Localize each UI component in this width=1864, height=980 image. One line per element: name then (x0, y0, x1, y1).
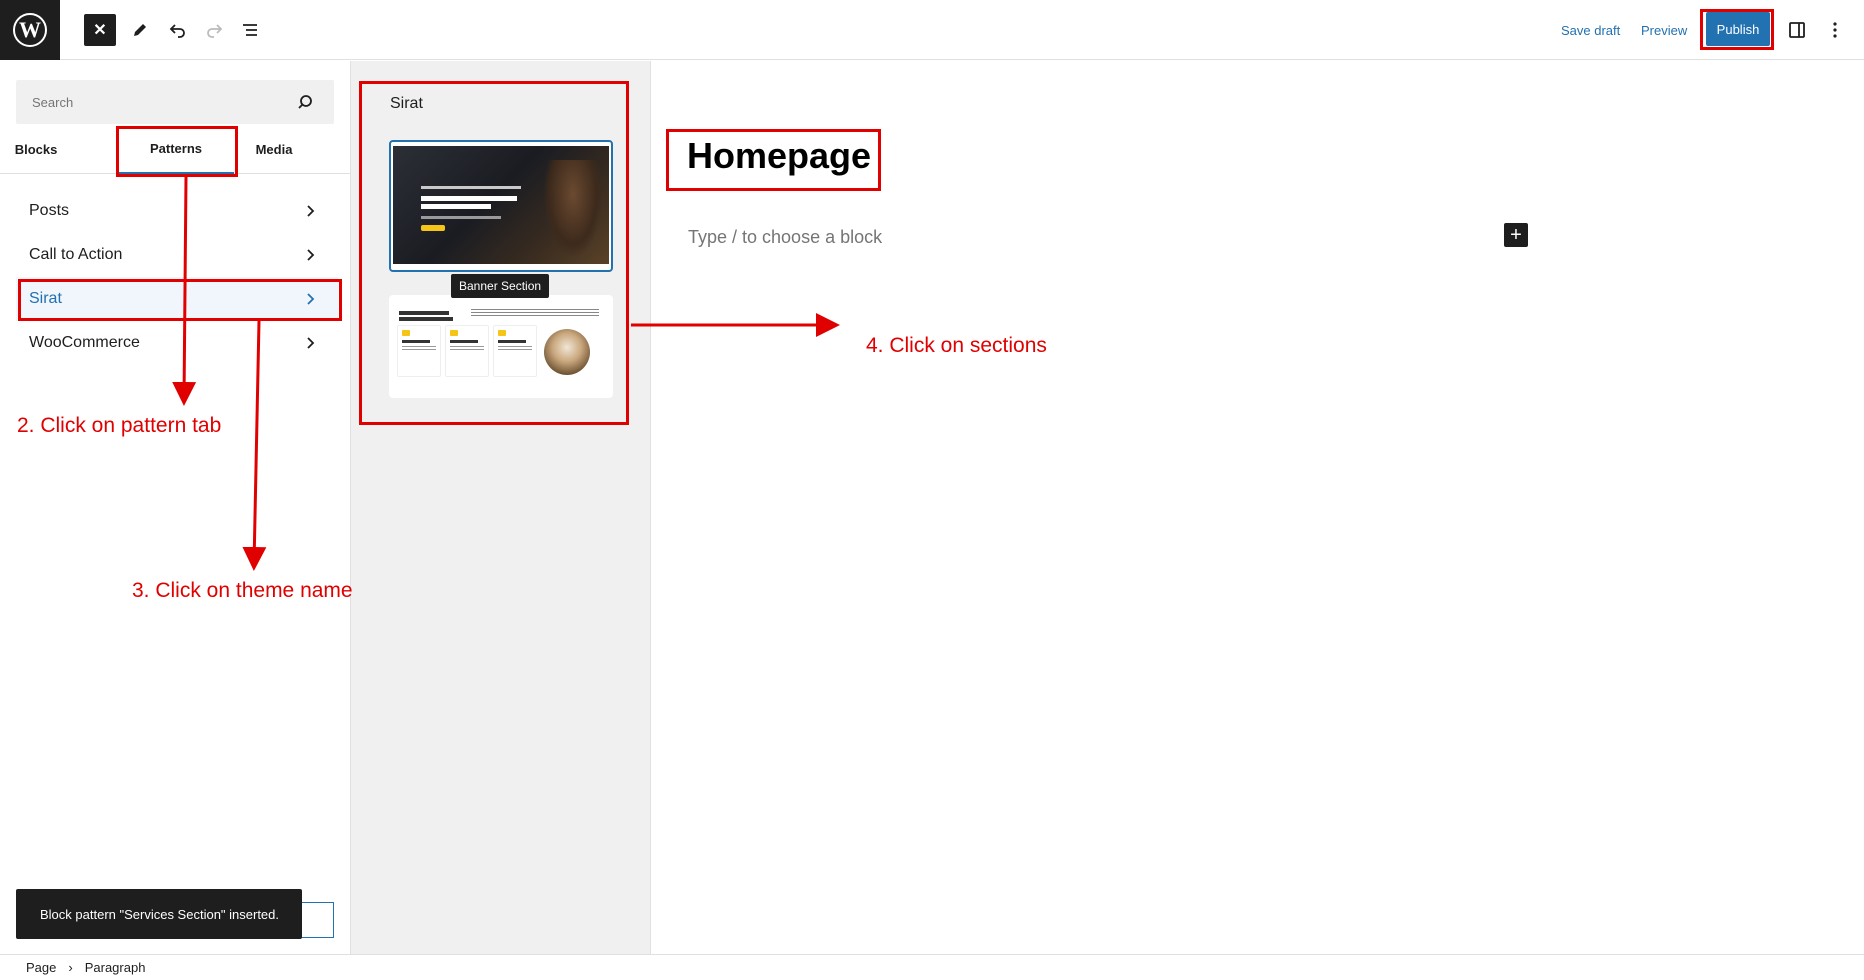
pattern-category-list: Posts Call to Action Sirat WooCommerce (16, 189, 338, 365)
category-label: Call to Action (29, 246, 123, 263)
category-call-to-action[interactable]: Call to Action (16, 233, 338, 277)
explore-patterns-button[interactable] (300, 902, 334, 938)
block-breadcrumb: Page › Paragraph (0, 954, 1864, 980)
category-label: Sirat (29, 290, 62, 307)
sidebar-toggle-icon[interactable] (1781, 14, 1813, 46)
services-preview-heading (399, 311, 449, 315)
chevron-right-icon (307, 337, 315, 349)
services-preview-card (445, 325, 489, 377)
block-placeholder[interactable]: Type / to choose a block (688, 227, 882, 248)
banner-preview-heading-line1 (421, 196, 517, 201)
inserter-tabs: Blocks Patterns Media (0, 125, 350, 174)
annotation-step2: 2. Click on pattern tab (17, 414, 222, 437)
pattern-tooltip: Banner Section (451, 274, 550, 298)
banner-preview-button (421, 225, 445, 231)
banner-preview-overline (421, 186, 521, 189)
category-woocommerce[interactable]: WooCommerce (16, 321, 338, 365)
breadcrumb-paragraph[interactable]: Paragraph (85, 960, 146, 975)
list-view-icon[interactable] (234, 14, 266, 46)
tab-blocks[interactable]: Blocks (15, 125, 58, 174)
chevron-right-icon: › (68, 960, 73, 975)
services-preview-photo (544, 329, 590, 375)
save-draft-button[interactable]: Save draft (1561, 23, 1620, 38)
block-inserter: Blocks Patterns Media Posts Call to Acti… (0, 61, 351, 954)
editor-canvas (652, 61, 1864, 954)
services-preview-description (471, 309, 599, 317)
inserter-search (16, 80, 334, 124)
chevron-right-icon (307, 293, 315, 305)
close-icon[interactable]: ✕ (84, 14, 116, 46)
undo-icon[interactable] (162, 14, 194, 46)
wordpress-logo-mark: W (13, 13, 47, 47)
chevron-right-icon (307, 249, 315, 261)
search-icon (298, 95, 312, 109)
preview-button[interactable]: Preview (1641, 23, 1687, 38)
category-label: Posts (29, 202, 70, 219)
pattern-banner-section[interactable] (389, 140, 613, 272)
redo-icon[interactable] (198, 14, 230, 46)
banner-preview-heading-line2 (421, 204, 491, 209)
breadcrumb-page[interactable]: Page (26, 960, 56, 975)
chevron-right-icon (307, 205, 315, 217)
tab-patterns[interactable]: Patterns (118, 125, 234, 174)
page-title[interactable]: Homepage (687, 135, 871, 177)
category-label: WooCommerce (29, 334, 140, 351)
annotation-step4: 4. Click on sections (866, 334, 1047, 357)
publish-button[interactable]: Publish (1706, 12, 1770, 46)
plus-icon: + (1510, 223, 1522, 246)
category-sirat[interactable]: Sirat (16, 277, 338, 321)
banner-preview-image (393, 146, 609, 264)
annotation-step3: 3. Click on theme name (132, 579, 353, 602)
pattern-category-title: Sirat (390, 95, 423, 112)
banner-preview-description (421, 216, 501, 219)
tab-media[interactable]: Media (250, 125, 298, 174)
pattern-services-section[interactable] (389, 295, 613, 398)
banner-preview-person (543, 160, 603, 258)
category-posts[interactable]: Posts (16, 189, 338, 233)
services-preview-heading-line2 (399, 317, 453, 321)
more-options-icon[interactable] (1819, 14, 1851, 46)
search-input[interactable] (16, 80, 334, 124)
snackbar-notice: Block pattern "Services Section" inserte… (16, 889, 302, 939)
services-preview-card (397, 325, 441, 377)
add-block-button[interactable]: + (1504, 223, 1528, 247)
editor-header: W ✕ Save draft Preview Publish (0, 0, 1864, 60)
pencil-icon[interactable] (124, 14, 156, 46)
services-preview-card (493, 325, 537, 377)
wordpress-logo-icon[interactable]: W (0, 0, 60, 60)
pattern-preview-panel: Sirat (351, 61, 651, 954)
